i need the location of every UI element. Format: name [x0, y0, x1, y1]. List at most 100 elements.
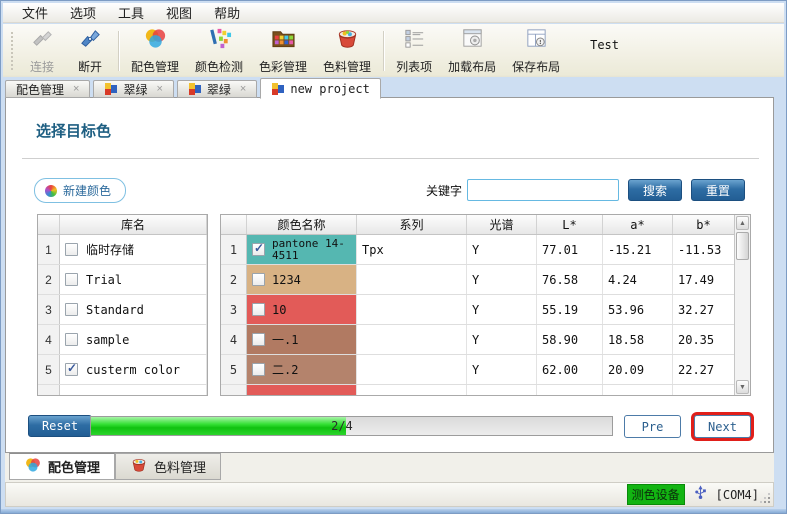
page-title: 选择目标色 [36, 120, 111, 141]
new-color-button[interactable]: 新建颜色 [34, 178, 126, 203]
color-detect-icon [207, 26, 232, 56]
scrollbar-thumb[interactable] [736, 232, 749, 260]
row-number: 1 [38, 235, 60, 264]
menu-bar: 文件 选项 工具 视图 帮助 [3, 3, 784, 23]
color-checkbox[interactable] [252, 333, 265, 346]
color-swatch-cell: 一.1 [247, 325, 357, 354]
pre-button[interactable]: Pre [624, 415, 681, 438]
list-items-button[interactable]: 列表项 [388, 28, 440, 74]
color-manage-label: 色彩管理 [259, 58, 307, 75]
color-table: 颜色名称 系列 光谱 L* a* b* 1 pantone 14-4511 Tp… [220, 214, 751, 396]
keyword-input[interactable] [467, 179, 619, 201]
tab-label: new project [290, 82, 369, 96]
color-manage-button[interactable]: 色彩管理 [251, 28, 315, 74]
close-icon[interactable]: × [156, 83, 162, 95]
resize-grip[interactable] [761, 494, 771, 504]
wizard-reset-button[interactable]: Reset [28, 415, 92, 437]
main-panel: 选择目标色 新建颜色 关键字 搜索 重置 库名 1 临时存储 2 Trial [5, 97, 774, 453]
bottom-tab-bar: 配色管理 色料管理 [5, 453, 774, 482]
color-checkbox[interactable] [252, 363, 265, 376]
next-button[interactable]: Next [694, 415, 751, 438]
save-layout-button[interactable]: 保存布局 [504, 28, 568, 74]
puzzle-icon [188, 82, 202, 96]
color-checkbox[interactable] [252, 303, 265, 316]
color-row[interactable]: 3 10 Y 55.19 53.96 32.27 [221, 295, 734, 325]
menu-options[interactable]: 选项 [59, 2, 107, 23]
color-name: 1234 [272, 273, 301, 287]
empty-cell [467, 385, 537, 396]
row-number: 3 [38, 295, 60, 324]
library-checkbox[interactable] [65, 243, 78, 256]
library-row[interactable]: 1 临时存储 [38, 235, 207, 265]
header-cell [221, 215, 247, 234]
toolbar-grip[interactable] [9, 32, 14, 70]
load-layout-button[interactable]: 加载布局 [440, 28, 504, 74]
color-row[interactable]: 4 一.1 Y 58.90 18.58 20.35 [221, 325, 734, 355]
save-layout-icon [524, 26, 549, 56]
menu-view[interactable]: 视图 [155, 2, 203, 23]
bottom-tab-color-matching[interactable]: 配色管理 [9, 453, 115, 480]
row-number: 2 [221, 265, 247, 294]
reset-filter-button[interactable]: 重置 [691, 179, 745, 201]
disconnect-button[interactable]: 断开 [66, 28, 114, 74]
color-name: pantone 14-4511 [272, 238, 351, 262]
menu-file[interactable]: 文件 [11, 2, 59, 23]
puzzle-icon [104, 82, 118, 96]
library-name-header[interactable]: 库名 [60, 215, 207, 234]
document-tab-bar: 配色管理 × 翠绿 × 翠绿 × new project [5, 78, 381, 98]
menu-tools[interactable]: 工具 [107, 2, 155, 23]
library-checkbox[interactable] [65, 303, 78, 316]
color-name-header[interactable]: 颜色名称 [247, 215, 357, 234]
colorant-manage-button[interactable]: 色料管理 [315, 28, 379, 74]
color-checkbox[interactable] [252, 243, 265, 256]
library-name: 临时存储 [86, 241, 134, 258]
divider [22, 158, 759, 159]
l-value: 58.90 [537, 325, 603, 354]
search-button[interactable]: 搜索 [628, 179, 682, 201]
scroll-down-icon[interactable]: ▼ [736, 380, 749, 394]
load-layout-icon [460, 26, 485, 56]
app-window: 文件 选项 工具 视图 帮助 连接 断开 配色管理 颜色检测 色彩管理 [0, 0, 787, 514]
a-header[interactable]: a* [603, 215, 673, 234]
library-checkbox[interactable] [65, 363, 78, 376]
library-checkbox[interactable] [65, 273, 78, 286]
empty-cell [357, 385, 467, 396]
close-icon[interactable]: × [73, 83, 79, 95]
menu-help[interactable]: 帮助 [203, 2, 251, 23]
tab-color-matching[interactable]: 配色管理 × [5, 80, 90, 98]
test-label: Test [590, 38, 619, 52]
library-row[interactable]: 4 sample [38, 325, 207, 355]
library-row[interactable]: 5 custerm color [38, 355, 207, 385]
vertical-scrollbar[interactable]: ▲ ▼ [734, 215, 750, 395]
close-icon[interactable]: × [240, 83, 246, 95]
color-name: 二.2 [272, 361, 298, 378]
scroll-up-icon[interactable]: ▲ [736, 216, 749, 230]
empty-cell [673, 385, 735, 396]
b-header[interactable]: b* [673, 215, 735, 234]
color-matching-button[interactable]: 配色管理 [123, 28, 187, 74]
color-swatch-cell: 二.2 [247, 355, 357, 384]
list-items-label: 列表项 [396, 58, 432, 75]
series-header[interactable]: 系列 [357, 215, 467, 234]
library-row[interactable]: 3 Standard [38, 295, 207, 325]
color-row[interactable]: 5 二.2 Y 62.00 20.09 22.27 [221, 355, 734, 385]
color-row[interactable]: 1 pantone 14-4511 Tpx Y 77.01 -15.21 -11… [221, 235, 734, 265]
row-number [38, 385, 60, 396]
bottom-tab-colorant-manage[interactable]: 色料管理 [115, 453, 221, 480]
tab-new-project[interactable]: new project [260, 78, 380, 99]
tab-emerald-1[interactable]: 翠绿 × [93, 80, 173, 98]
color-checkbox[interactable] [252, 273, 265, 286]
color-row[interactable]: 2 1234 Y 76.58 4.24 17.49 [221, 265, 734, 295]
l-header[interactable]: L* [537, 215, 603, 234]
status-bar: 测色设备 [COM4] [5, 482, 774, 507]
color-detect-button[interactable]: 颜色检测 [187, 28, 251, 74]
library-checkbox[interactable] [65, 333, 78, 346]
spectrum-header[interactable]: 光谱 [467, 215, 537, 234]
tab-emerald-2[interactable]: 翠绿 × [177, 80, 257, 98]
library-row[interactable]: 2 Trial [38, 265, 207, 295]
spectrum-value: Y [467, 295, 537, 324]
empty-cell [60, 385, 207, 396]
library-table-header: 库名 [38, 215, 207, 235]
color-detect-label: 颜色检测 [195, 58, 243, 75]
connect-button[interactable]: 连接 [18, 28, 66, 74]
